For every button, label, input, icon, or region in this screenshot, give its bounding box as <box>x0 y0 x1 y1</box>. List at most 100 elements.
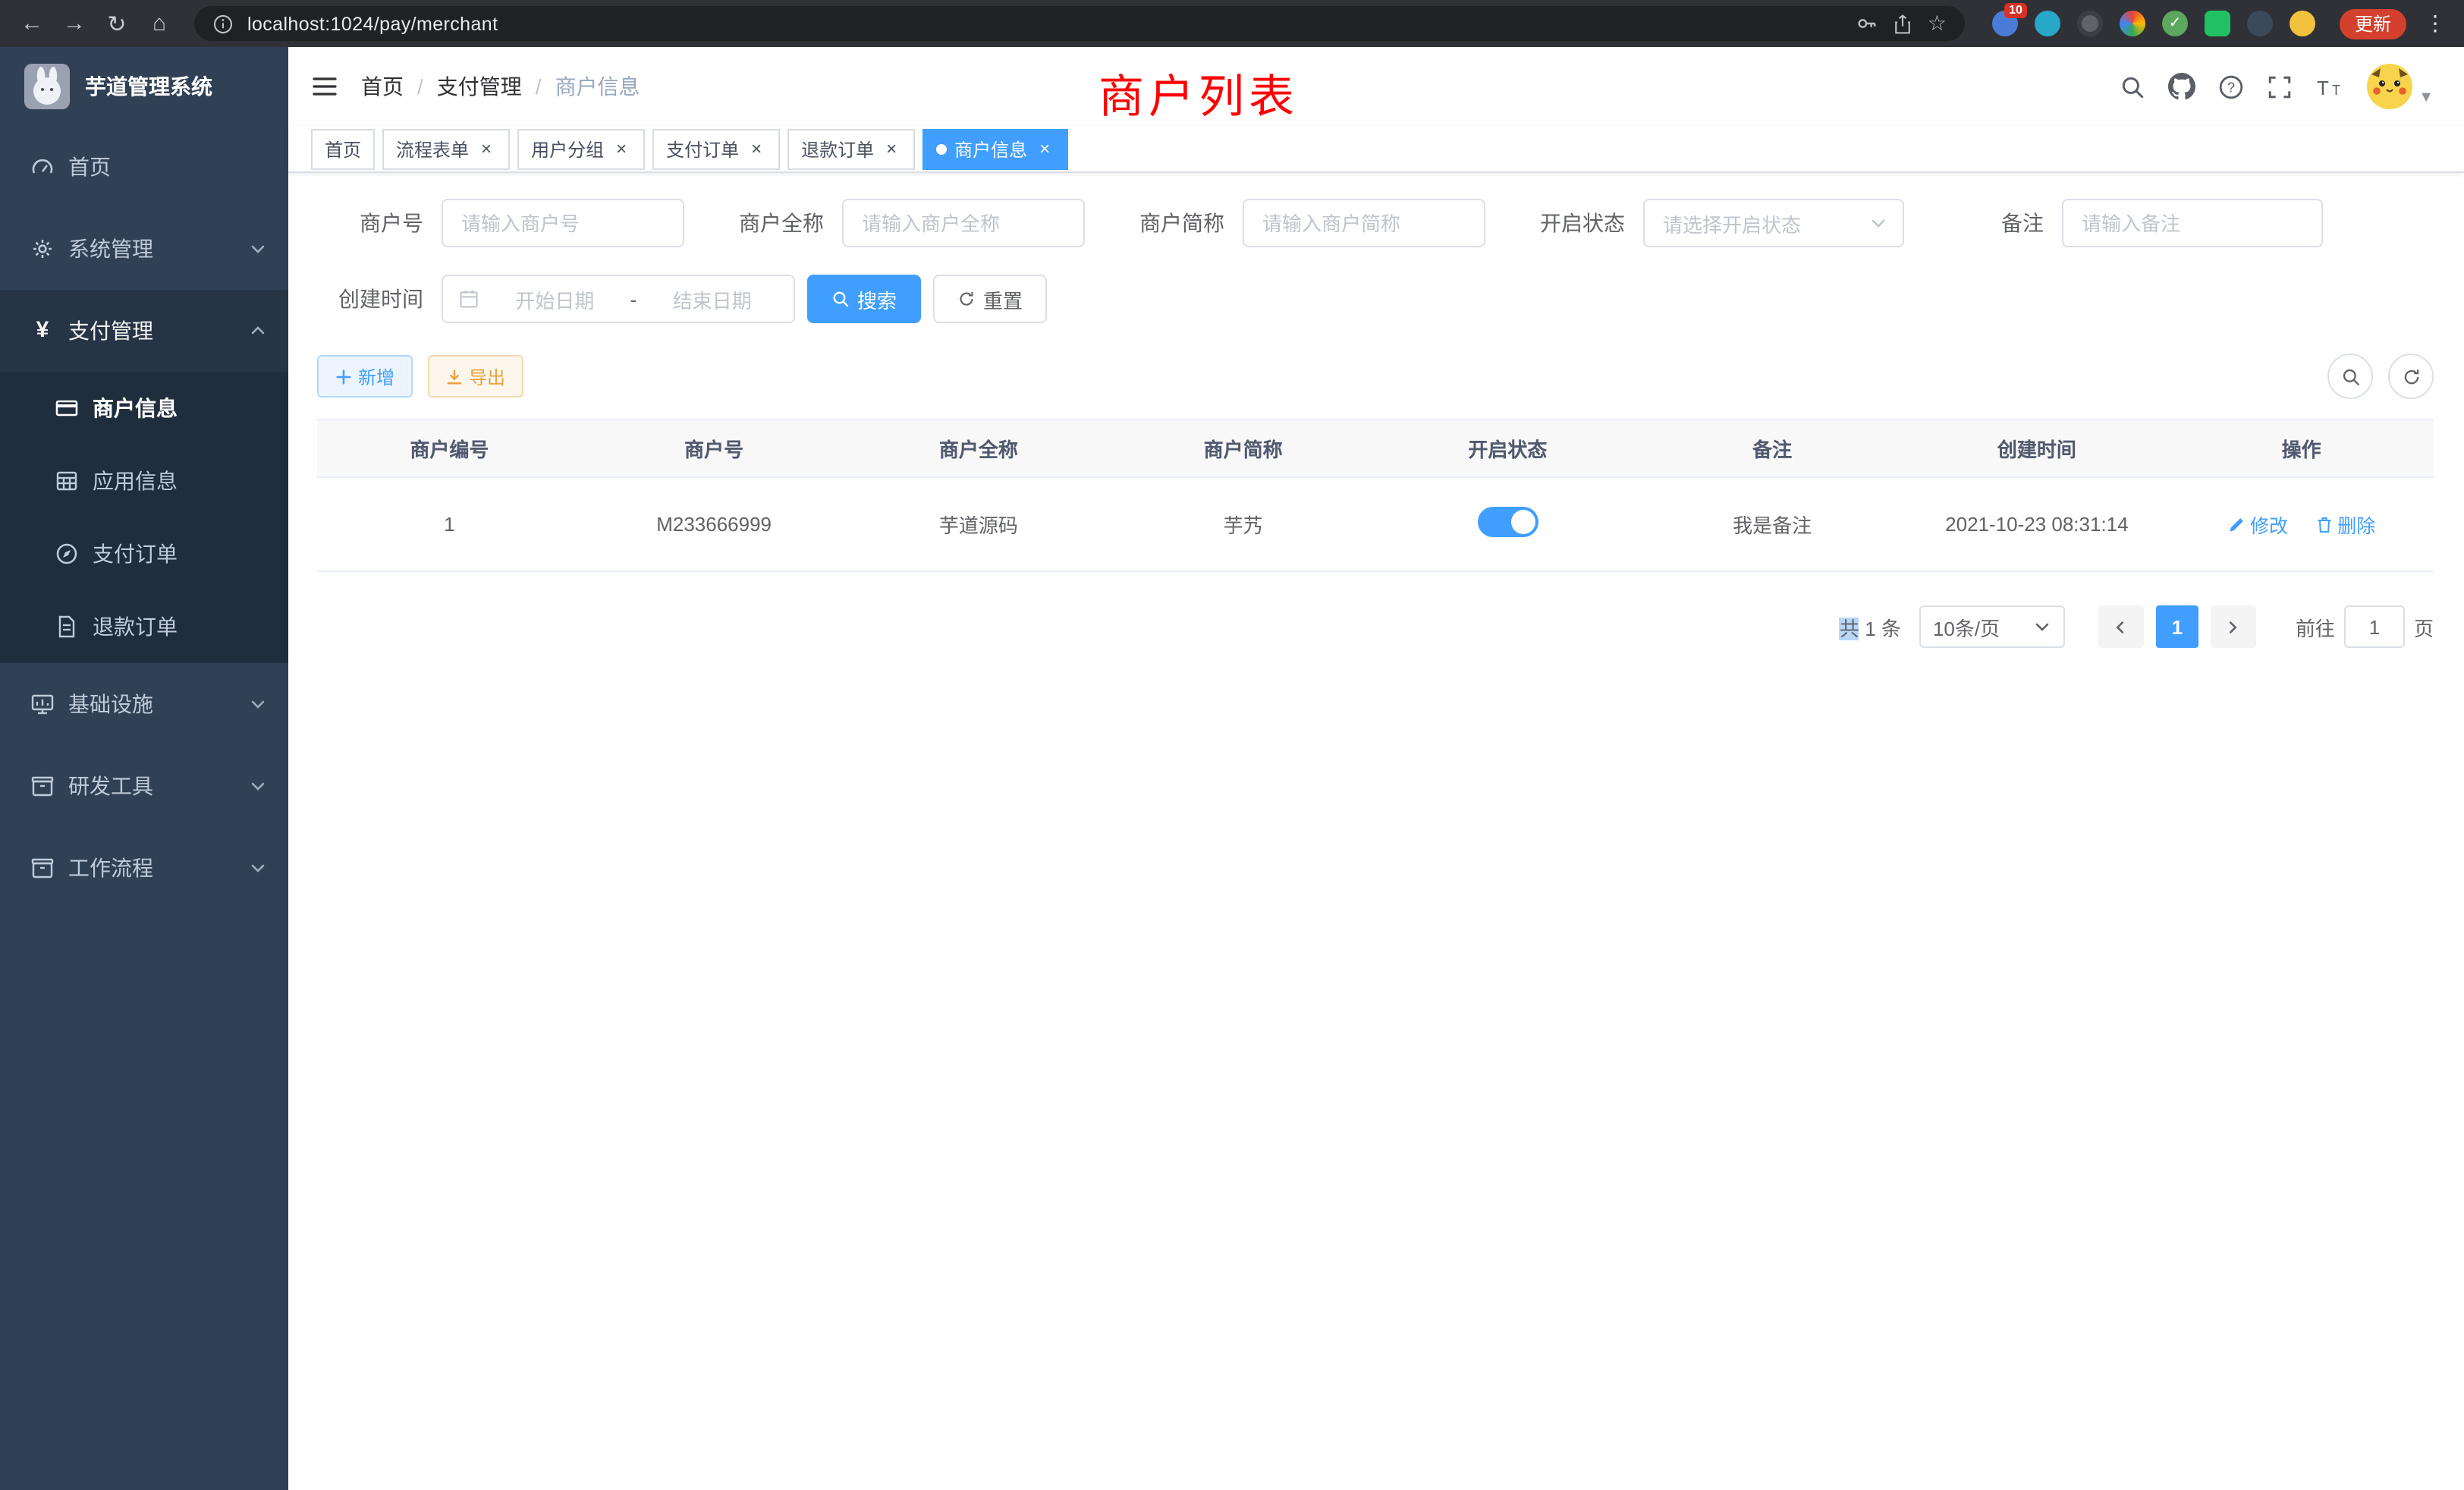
extension-icon[interactable]: 10 <box>1992 11 2018 36</box>
tab-user-group[interactable]: 用户分组 × <box>517 128 645 169</box>
bookmark-star-icon[interactable]: ☆ <box>1928 11 1947 36</box>
breadcrumb-home[interactable]: 首页 <box>361 71 404 102</box>
extension-icon[interactable] <box>2247 11 2273 36</box>
sidebar-item-app-info[interactable]: 应用信息 <box>0 445 288 517</box>
share-icon[interactable] <box>1893 13 1914 34</box>
back-icon[interactable]: ← <box>12 4 52 43</box>
refresh-table-button[interactable] <box>2388 354 2434 399</box>
sidebar-item-label: 首页 <box>68 152 111 182</box>
sidebar-item-refund-orders[interactable]: 退款订单 <box>0 590 288 663</box>
table-row: 1 M233666999 芋道源码 芋艿 我是备注 2021-10-23 08:… <box>317 477 2434 571</box>
sidebar-item-system[interactable]: 系统管理 <box>0 208 288 290</box>
toggle-search-button[interactable] <box>2327 354 2373 399</box>
password-key-icon[interactable] <box>1856 12 1879 35</box>
export-button[interactable]: 导出 <box>428 355 523 398</box>
browser-menu-icon[interactable]: ⋮ <box>2418 11 2452 36</box>
github-icon[interactable] <box>2168 73 2195 100</box>
credit-card-icon <box>55 396 79 420</box>
next-page-button[interactable] <box>2211 605 2256 648</box>
close-icon[interactable]: × <box>1035 139 1054 159</box>
logo-title: 芋道管理系统 <box>85 71 212 102</box>
col-status: 开启状态 <box>1375 420 1640 477</box>
extension-icon[interactable] <box>2077 11 2103 36</box>
sidebar-item-label: 支付管理 <box>68 316 153 346</box>
sidebar-item-label: 系统管理 <box>68 234 153 264</box>
close-icon[interactable]: × <box>746 139 766 159</box>
tab-merchant-info[interactable]: 商户信息 × <box>922 128 1068 169</box>
tab-label: 首页 <box>325 136 361 162</box>
goto-label: 前往 <box>2296 612 2335 641</box>
close-icon[interactable]: × <box>882 139 901 159</box>
sidebar-item-home[interactable]: 首页 <box>0 126 288 208</box>
search-icon[interactable] <box>2120 74 2145 99</box>
filter-merchant-no: 商户号 <box>317 199 684 247</box>
avatar <box>2367 64 2412 109</box>
browser-chrome: ← → ↻ ⌂ localhost:1024/pay/merchant ☆ 10 <box>0 0 2464 47</box>
site-info-icon[interactable] <box>212 13 234 34</box>
close-icon[interactable]: × <box>611 139 631 159</box>
address-bar[interactable]: localhost:1024/pay/merchant ☆ <box>194 6 1965 41</box>
extension-icon[interactable] <box>2205 11 2230 36</box>
reset-button[interactable]: 重置 <box>933 275 1047 323</box>
search-button[interactable]: 搜索 <box>807 275 921 323</box>
sidebar-fold-icon[interactable] <box>311 74 338 99</box>
extension-icon[interactable] <box>2162 11 2188 36</box>
cell-full-name: 芋道源码 <box>847 477 1111 571</box>
help-icon[interactable]: ? <box>2218 74 2244 99</box>
sidebar-item-infrastructure[interactable]: 基础设施 <box>0 663 288 745</box>
goto-page-input[interactable] <box>2344 605 2405 648</box>
extension-icon[interactable] <box>2290 11 2315 36</box>
prev-page-button[interactable] <box>2098 605 2144 648</box>
add-button[interactable]: 新增 <box>317 355 413 398</box>
chevron-down-icon <box>1869 214 1887 232</box>
tab-process-form[interactable]: 流程表单 × <box>382 128 510 169</box>
total-number: 1 <box>1865 617 1875 640</box>
browser-update-button[interactable]: 更新 <box>2340 8 2406 39</box>
app-window: 芋道管理系统 首页 系统管理 ¥ 支付管理 <box>0 47 2464 1490</box>
filter-create-time: 创建时间 开始日期 - 结束日期 <box>317 275 795 323</box>
remark-input[interactable] <box>2062 199 2323 247</box>
merchant-no-input[interactable] <box>442 199 684 247</box>
col-full-name: 商户全称 <box>847 420 1111 477</box>
extension-icon[interactable] <box>2120 11 2145 36</box>
date-range-picker[interactable]: 开始日期 - 结束日期 <box>442 275 795 323</box>
sidebar-item-merchant-info[interactable]: 商户信息 <box>0 372 288 445</box>
extension-icon[interactable] <box>2035 11 2060 36</box>
cell-remark: 我是备注 <box>1640 477 1905 571</box>
monitor-icon <box>30 692 55 716</box>
sidebar-item-payment[interactable]: ¥ 支付管理 <box>0 290 288 372</box>
short-name-input[interactable] <box>1243 199 1485 247</box>
sidebar-item-payment-orders[interactable]: 支付订单 <box>0 517 288 590</box>
delete-link[interactable]: 删除 <box>2315 510 2375 539</box>
status-toggle[interactable] <box>1477 507 1538 537</box>
page-size-select[interactable]: 10条/页 <box>1919 605 2065 648</box>
end-date-placeholder: 结束日期 <box>646 284 778 313</box>
status-select[interactable]: 请选择开启状态 <box>1643 199 1904 247</box>
tab-payment-orders[interactable]: 支付订单 × <box>652 128 780 169</box>
sidebar-item-dev-tools[interactable]: 研发工具 <box>0 745 288 827</box>
goto-suffix: 页 <box>2414 612 2434 641</box>
user-menu[interactable]: ▼ <box>2367 64 2434 109</box>
close-icon[interactable]: × <box>476 139 496 159</box>
url-text: localhost:1024/pay/merchant <box>247 13 498 34</box>
page-number-button[interactable]: 1 <box>2156 605 2198 648</box>
chevron-down-icon <box>249 695 267 713</box>
font-size-icon[interactable]: TT <box>2315 75 2344 98</box>
fullscreen-icon[interactable] <box>2267 74 2293 99</box>
col-merchant-id: 商户编号 <box>317 420 582 477</box>
tab-home[interactable]: 首页 <box>311 128 375 169</box>
filter-label: 商户号 <box>317 208 442 238</box>
tags-view-bar: 首页 流程表单 × 用户分组 × 支付订单 × 退款订单 × <box>288 126 2464 173</box>
forward-icon[interactable]: → <box>55 4 94 43</box>
logo[interactable]: 芋道管理系统 <box>0 47 288 126</box>
full-name-input[interactable] <box>842 199 1085 247</box>
reload-icon[interactable]: ↻ <box>97 4 137 43</box>
main-area: 商户列表 首页 / 支付管理 / 商户信息 <box>288 47 2464 1490</box>
tab-refund-orders[interactable]: 退款订单 × <box>787 128 915 169</box>
filter-remark: 备注 <box>1938 199 2323 247</box>
breadcrumb-payment[interactable]: 支付管理 <box>437 71 522 102</box>
edit-link[interactable]: 修改 <box>2227 510 2288 539</box>
sidebar-item-workflow[interactable]: 工作流程 <box>0 827 288 909</box>
calendar-icon <box>458 288 479 310</box>
home-icon[interactable]: ⌂ <box>140 4 179 43</box>
